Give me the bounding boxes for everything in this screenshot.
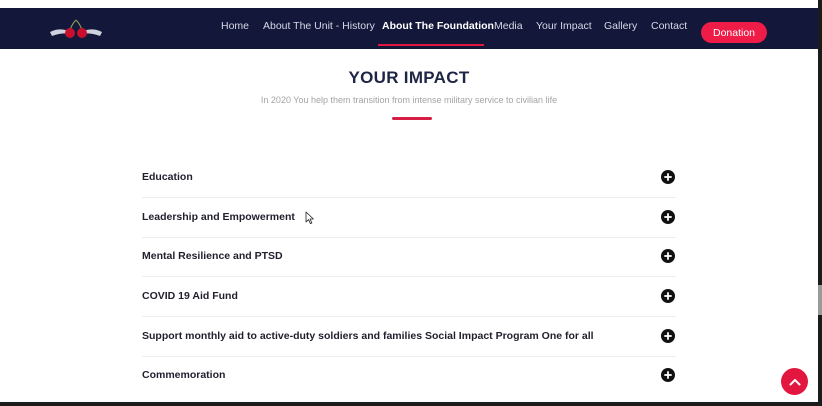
scrollbar-thumb[interactable] [818, 285, 822, 315]
window-edge-bottom [0, 402, 822, 406]
donation-button[interactable]: Donation [701, 22, 767, 43]
accordion-label: Commemoration [142, 369, 226, 381]
nav-item-about-unit[interactable]: About The Unit - History [263, 20, 375, 32]
section-title: YOUR IMPACT [348, 68, 470, 87]
accordion-label: COVID 19 Aid Fund [142, 290, 238, 302]
nav-item-contact[interactable]: Contact [651, 20, 687, 32]
plus-circle-icon[interactable] [661, 329, 675, 343]
plus-circle-icon[interactable] [661, 289, 675, 303]
top-strip [0, 0, 822, 8]
window-edge [818, 0, 822, 406]
mouse-pointer-icon [305, 211, 314, 224]
accordion-item-mental-resilience[interactable]: Mental Resilience and PTSD [142, 238, 676, 277]
nav-item-about-foundation[interactable]: About The Foundation [382, 20, 494, 32]
accordion-item-education[interactable]: Education [142, 159, 676, 198]
nav-item-gallery[interactable]: Gallery [604, 20, 637, 32]
plus-circle-icon[interactable] [661, 170, 675, 184]
nav-item-home[interactable]: Home [221, 20, 249, 32]
accordion-item-commemoration[interactable]: Commemoration [142, 357, 676, 396]
title-accent-bar [392, 117, 432, 120]
divider [142, 197, 676, 198]
logo[interactable] [48, 12, 104, 46]
active-nav-underline [378, 44, 484, 46]
plus-circle-icon[interactable] [661, 368, 675, 382]
accordion-item-covid-fund[interactable]: COVID 19 Aid Fund [142, 278, 676, 317]
accordion-label: Mental Resilience and PTSD [142, 250, 283, 262]
chevron-up-icon [789, 378, 800, 385]
accordion-label: Support monthly aid to active-duty soldi… [142, 330, 594, 342]
plus-circle-icon[interactable] [661, 210, 675, 224]
divider [142, 316, 676, 317]
accordion-item-monthly-aid[interactable]: Support monthly aid to active-duty soldi… [142, 318, 676, 357]
plus-circle-icon[interactable] [661, 249, 675, 263]
accordion-item-leadership[interactable]: Leadership and Empowerment [142, 199, 676, 238]
section-subtitle: In 2020 You help them transition from in… [260, 95, 558, 105]
back-to-top-button[interactable] [781, 368, 808, 395]
nav-item-media[interactable]: Media [494, 20, 523, 32]
accordion-label: Education [142, 171, 193, 183]
accordion-label: Leadership and Empowerment [142, 211, 295, 223]
navbar: Home About The Unit - History About The … [0, 8, 818, 49]
divider [142, 276, 676, 277]
nav-item-your-impact[interactable]: Your Impact [536, 20, 592, 32]
